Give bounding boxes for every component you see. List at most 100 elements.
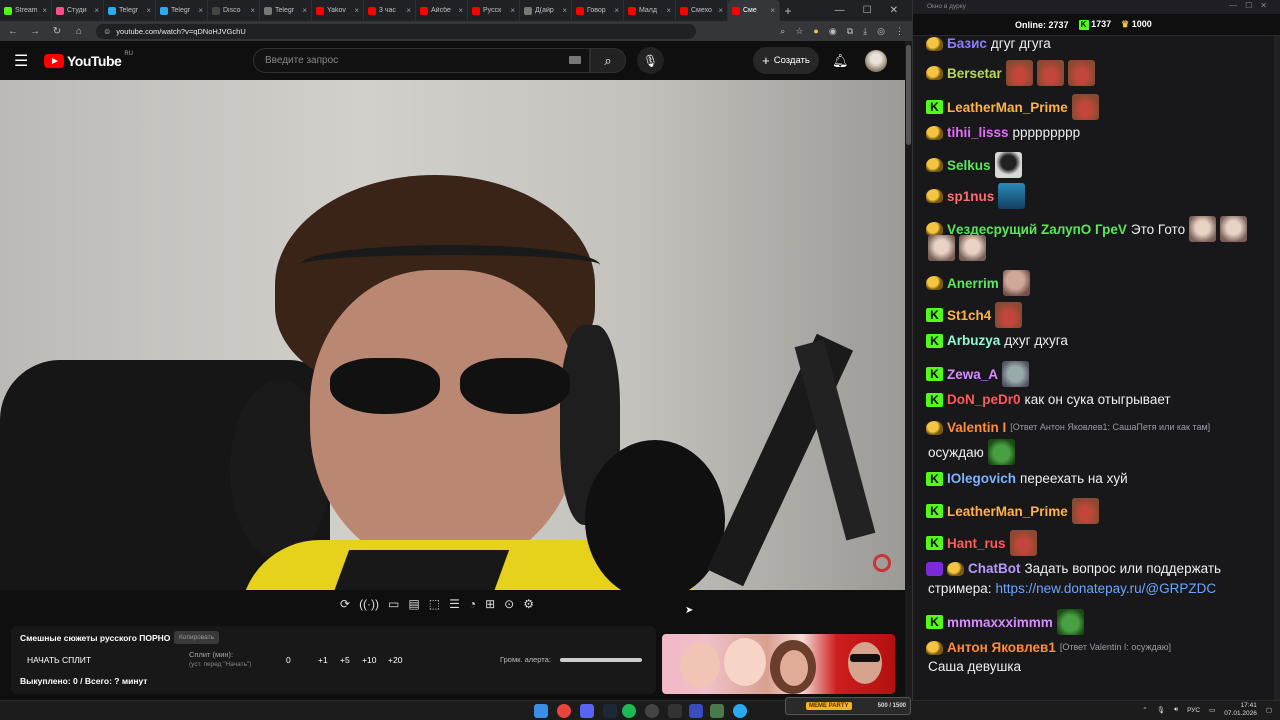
url-field[interactable]: ⊜ youtube.com/watch?v=qDNoHJVGchU — [96, 23, 696, 39]
close-icon[interactable]: × — [510, 6, 515, 15]
close-icon[interactable]: × — [458, 6, 463, 15]
back-icon[interactable]: ← — [8, 26, 18, 37]
browser-tab[interactable]: Говор × — [572, 0, 624, 21]
download-icon[interactable]: ⤓ — [863, 26, 867, 37]
close-icon[interactable]: × — [406, 6, 411, 15]
media-icon[interactable] — [689, 704, 703, 718]
search-input[interactable]: Введите запрос — [253, 48, 590, 73]
minimize-icon[interactable]: — — [835, 5, 845, 16]
close-icon[interactable]: × — [614, 6, 619, 15]
add-20-button[interactable]: +20 — [388, 655, 402, 665]
browser-tab[interactable]: Студи × — [52, 0, 104, 21]
resize-icon[interactable]: ⬚ — [429, 597, 440, 611]
browser-tab[interactable]: Смехо × — [676, 0, 728, 21]
volume-icon[interactable]: 🔊︎ — [1174, 706, 1178, 714]
browser-tab[interactable]: Disco × — [208, 0, 260, 21]
clock[interactable]: 17:41 07.01.2026 — [1224, 702, 1257, 718]
reload-icon[interactable]: ↻ — [52, 26, 62, 37]
close-icon[interactable]: × — [354, 6, 359, 15]
chrome-icon[interactable] — [557, 704, 571, 718]
forward-icon[interactable]: → — [30, 26, 40, 37]
extension-dot-icon[interactable]: ● — [813, 26, 818, 37]
page-scrollbar-thumb[interactable] — [906, 45, 911, 145]
home-icon[interactable]: ⌂ — [74, 26, 84, 37]
notification-icon[interactable]: ▢ — [1266, 706, 1272, 714]
mic-tray-icon[interactable]: 🎙︎ — [1157, 706, 1165, 714]
close-window-icon[interactable]: ✕ — [890, 5, 898, 16]
discord-icon[interactable] — [580, 704, 594, 718]
suggested-video-thumbnail[interactable] — [662, 634, 895, 694]
close-icon[interactable]: × — [146, 6, 151, 15]
app-icon[interactable] — [668, 704, 682, 718]
language-indicator[interactable]: РУС — [1187, 707, 1200, 714]
meme-party-widget[interactable]: MEME PARTY 500 / 1500 — [785, 697, 911, 715]
youtube-logo[interactable]: YouTube RU — [44, 51, 133, 69]
browser-tab[interactable]: Yakov × — [312, 0, 364, 21]
cast-icon[interactable]: ▭ — [388, 597, 399, 611]
chat-scrollbar[interactable] — [1274, 36, 1280, 700]
copy-button[interactable]: Копировать — [174, 631, 219, 644]
donate-link[interactable]: https://new.donatepay.ru/@GRPZDC — [996, 580, 1217, 597]
windows-start-icon[interactable] — [534, 704, 548, 718]
telegram-icon[interactable] — [733, 704, 747, 718]
chat-window-controls[interactable]: —☐✕ — [1229, 1, 1275, 10]
add-10-button[interactable]: +10 — [362, 655, 376, 665]
audio-icon[interactable]: ((·)) — [359, 597, 379, 611]
screenshot-icon[interactable]: ⊙ — [504, 597, 514, 611]
close-icon[interactable]: × — [250, 6, 255, 15]
menu-dots-icon[interactable]: ⋮ — [895, 26, 904, 37]
speed-icon[interactable]: ◔ — [469, 597, 476, 611]
browser-tab[interactable]: Д(айр × — [520, 0, 572, 21]
steam-icon[interactable] — [603, 704, 617, 718]
film-icon[interactable]: ▤ — [408, 597, 419, 611]
loop-icon[interactable]: ⟳ — [340, 597, 350, 611]
browser-tab[interactable]: Айсбе × — [416, 0, 468, 21]
browser-tab[interactable]: Малд × — [624, 0, 676, 21]
hamburger-menu-icon[interactable]: ☰ — [14, 51, 32, 71]
browser-tab[interactable]: Telegr × — [156, 0, 208, 21]
add-1-button[interactable]: +1 — [318, 655, 328, 665]
add-clip-icon[interactable]: ⊞ — [485, 597, 495, 611]
browser-tab-active[interactable]: Сме × — [728, 0, 780, 21]
subtitles-icon[interactable]: ☰ — [449, 597, 460, 611]
start-split-button[interactable]: НАЧАТЬ СПЛИТ — [27, 655, 91, 665]
create-button[interactable]: + Создать — [753, 47, 819, 74]
kick-badge-icon: K — [926, 504, 943, 518]
app-icon[interactable] — [710, 704, 724, 718]
browser-tab[interactable]: Telegr × — [104, 0, 156, 21]
alert-volume-slider[interactable] — [560, 658, 642, 662]
browser-tab[interactable]: Telegr × — [260, 0, 312, 21]
keyboard-icon[interactable] — [569, 56, 581, 64]
bookmark-star-icon[interactable]: ☆ — [795, 26, 803, 37]
settings-gear-icon[interactable]: ⚙ — [523, 597, 534, 611]
voice-search-button[interactable]: 🎙︎ — [637, 47, 664, 74]
puzzle-icon[interactable]: ⧉ — [847, 26, 853, 37]
avatar[interactable] — [865, 50, 887, 72]
zoom-icon[interactable]: ⌕ — [780, 26, 785, 37]
close-icon[interactable]: × — [302, 6, 307, 15]
profile-icon[interactable]: ◎ — [877, 26, 885, 37]
notifications-bell-icon[interactable]: 🔔︎ — [832, 53, 849, 69]
video-player[interactable] — [0, 80, 905, 590]
close-icon[interactable]: × — [562, 6, 567, 15]
extension-icon[interactable]: ◉ — [829, 26, 837, 37]
spotify-icon[interactable] — [622, 704, 636, 718]
close-icon[interactable]: × — [666, 6, 671, 15]
search-button[interactable]: ⌕ — [590, 48, 626, 73]
browser-tab[interactable]: Русск × — [468, 0, 520, 21]
obs-icon[interactable] — [645, 704, 659, 718]
close-icon[interactable]: × — [94, 6, 99, 15]
tray-arrow-icon[interactable]: ⌃ — [1142, 706, 1147, 714]
split-minutes-value[interactable]: 0 — [286, 655, 291, 665]
close-icon[interactable]: × — [198, 6, 203, 15]
new-tab-button[interactable]: + — [780, 4, 796, 18]
network-icon[interactable]: ▭ — [1209, 706, 1215, 714]
add-5-button[interactable]: +5 — [340, 655, 350, 665]
browser-tab[interactable]: Stream × — [0, 0, 52, 21]
maximize-icon[interactable]: ☐ — [863, 5, 872, 16]
site-info-icon[interactable]: ⊜ — [104, 27, 110, 36]
browser-tab[interactable]: 3 час × — [364, 0, 416, 21]
close-icon[interactable]: × — [770, 6, 775, 15]
close-icon[interactable]: × — [718, 6, 723, 15]
close-icon[interactable]: × — [42, 6, 47, 15]
